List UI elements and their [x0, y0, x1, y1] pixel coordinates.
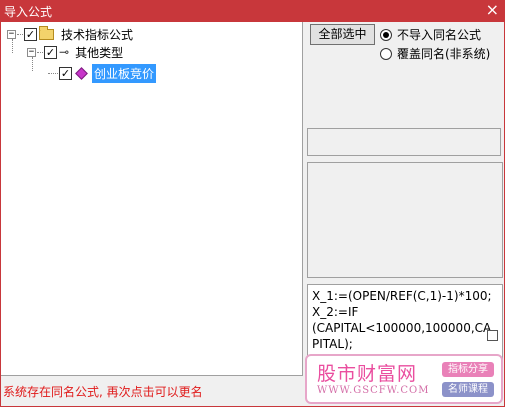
radio-skip-same-name[interactable]: 不导入同名公式 [380, 26, 481, 43]
dialog-body: − ✓ 技术指标公式 − ✓ ⊸ 其他类型 ✓ 创业板竞价 全部选中 不导入同名… [1, 22, 504, 406]
code-line: (CAPITAL<100000,100000,CA [312, 321, 492, 335]
tree-node-label[interactable]: 创业板竞价 [92, 63, 157, 83]
tree-connector [17, 33, 23, 35]
radio-overwrite-same-name[interactable]: 覆盖同名(非系统) [380, 45, 490, 62]
tree-checkbox[interactable]: ✓ [59, 66, 72, 80]
tree-node-label[interactable]: 其他类型 [73, 43, 125, 62]
formula-tree[interactable]: − ✓ 技术指标公式 − ✓ ⊸ 其他类型 ✓ 创业板竞价 [1, 22, 303, 376]
info-field [307, 128, 501, 156]
watermark-tag-share: 指标分享 [442, 362, 494, 377]
tree-node-label[interactable]: 技术指标公式 [59, 25, 135, 44]
collapse-icon[interactable]: − [27, 47, 36, 57]
watermark-url: WWW.GSCFW.COM [317, 385, 430, 396]
folder-icon [39, 25, 54, 40]
status-message: 系统存在同名公式, 再次点击可以更名 [3, 385, 203, 399]
radio-label: 不导入同名公式 [397, 28, 482, 42]
title-bar: 导入公式 × [0, 0, 505, 22]
watermark-site-name: 股市财富网 [317, 363, 418, 385]
tree-node-chinext-auction[interactable]: ✓ 创业板竞价 [47, 63, 157, 83]
select-all-button[interactable]: 全部选中 [310, 24, 375, 45]
radio-label: 覆盖同名(非系统) [397, 47, 491, 61]
formula-icon [75, 66, 88, 80]
tree-checkbox[interactable]: ✓ [44, 45, 57, 59]
key-icon: ⊸ [59, 45, 70, 59]
tree-connector [48, 72, 58, 74]
tree-checkbox[interactable]: ✓ [24, 27, 37, 41]
close-icon[interactable]: × [486, 1, 499, 19]
preview-checkbox[interactable] [487, 330, 498, 341]
radio-button[interactable] [380, 28, 392, 41]
watermark-logo: 股市财富网 WWW.GSCFW.COM 指标分享 名师课程 [305, 354, 503, 404]
tree-node-other-types[interactable]: − ✓ ⊸ 其他类型 [27, 43, 125, 61]
radio-button[interactable] [380, 47, 392, 60]
tree-node-technical-indicators[interactable]: − ✓ 技术指标公式 [7, 25, 135, 43]
code-line: X_1:=(OPEN/REF(C,1)-1)*100; [312, 289, 492, 303]
code-line: X_2:=IF [312, 305, 359, 319]
watermark-tag-course: 名师课程 [442, 382, 494, 397]
description-panel [307, 162, 503, 278]
tree-connector [37, 51, 43, 53]
window-title: 导入公式 [4, 5, 53, 19]
collapse-icon[interactable]: − [7, 29, 16, 39]
code-line: PITAL); [312, 337, 353, 351]
